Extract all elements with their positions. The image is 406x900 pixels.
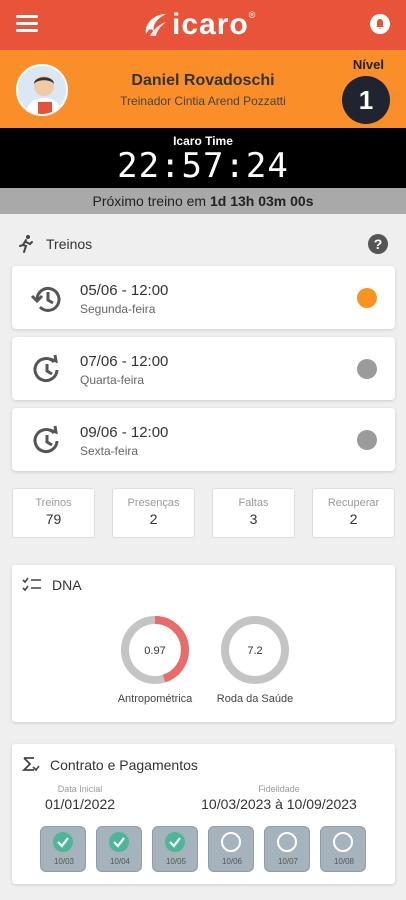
payment-month[interactable]: 10/06 <box>208 826 254 872</box>
stat-label: Treinos <box>35 497 72 509</box>
contract-loyalty: Fidelidade 10/03/2023 à 10/09/2023 <box>188 784 370 812</box>
next-training-countdown: 1d 13h 03m 00s <box>209 193 314 209</box>
status-dot <box>357 288 377 308</box>
payment-month-label: 10/08 <box>333 857 355 866</box>
contract-start: Data Inicial 01/01/2022 <box>30 784 130 812</box>
level-label: Nível <box>352 57 384 72</box>
checklist-icon <box>22 577 41 592</box>
payment-month-label: 10/05 <box>165 857 187 866</box>
dna-panel: DNA 0.97 Antropométrica 7.2 Roda da Saúd… <box>12 565 395 722</box>
training-date: 05/06 - 12:00 <box>80 282 169 299</box>
contract-title: Contrato e Pagamentos <box>50 757 198 773</box>
next-training-bar: Próximo treino em 1d 13h 03m 00s <box>0 188 406 214</box>
gauge-label: Antropométrica <box>117 693 193 705</box>
paid-check-icon <box>53 832 73 852</box>
stat-faltas[interactable]: Faltas 3 <box>212 488 295 538</box>
treinos-title: Treinos <box>46 236 93 252</box>
training-card[interactable]: 09/06 - 12:00 Sexta-feira <box>12 408 395 471</box>
payment-icon <box>22 757 40 772</box>
paid-check-icon <box>165 832 185 852</box>
gauge-label: Roda da Saúde <box>216 693 294 705</box>
stat-value: 2 <box>149 511 158 527</box>
start-date-value: 01/01/2022 <box>44 796 116 812</box>
payment-month-label: 10/04 <box>109 857 131 866</box>
stat-value: 3 <box>249 511 258 527</box>
training-weekday: Segunda-feira <box>80 302 156 316</box>
stat-treinos[interactable]: Treinos 79 <box>12 488 95 538</box>
running-icon <box>19 235 33 253</box>
loyalty-label: Fidelidade <box>258 784 300 794</box>
logo-flame-icon <box>145 14 166 36</box>
level-badge: 1 <box>342 76 390 124</box>
payment-month[interactable]: 10/05 <box>152 826 198 872</box>
training-date: 07/06 - 12:00 <box>80 353 169 370</box>
gauge-value: 0.97 <box>144 645 165 657</box>
training-weekday: Sexta-feira <box>80 444 139 458</box>
dna-header: DNA <box>22 577 82 593</box>
stat-label: Presenças <box>127 497 180 509</box>
unpaid-circle-icon <box>221 832 241 852</box>
app-header: icaro ® <box>0 0 406 50</box>
payment-month[interactable]: 10/07 <box>264 826 310 872</box>
stat-presencas[interactable]: Presenças 2 <box>112 488 195 538</box>
gauge-antropometrica[interactable]: 0.97 <box>118 613 192 687</box>
logo-text: icaro <box>172 8 249 41</box>
logo-registered: ® <box>248 10 256 20</box>
history-icon <box>30 286 61 312</box>
payment-month-label: 10/07 <box>277 857 299 866</box>
payment-month-label: 10/06 <box>221 857 243 866</box>
stat-value: 2 <box>349 511 358 527</box>
gauge-roda-da-saude[interactable]: 7.2 <box>218 613 292 687</box>
help-icon[interactable]: ? <box>368 234 388 254</box>
stat-label: Recuperar <box>327 497 380 509</box>
status-dot <box>357 430 377 450</box>
paid-check-icon <box>109 832 129 852</box>
stat-recuperar[interactable]: Recuperar 2 <box>312 488 395 538</box>
payment-month[interactable]: 10/03 <box>40 826 86 872</box>
stat-label: Faltas <box>238 497 269 509</box>
training-card[interactable]: 05/06 - 12:00 Segunda-feira <box>12 266 395 329</box>
stat-value: 79 <box>45 511 62 527</box>
unpaid-circle-icon <box>333 832 353 852</box>
training-date: 09/06 - 12:00 <box>80 424 169 441</box>
schedule-icon <box>33 354 59 383</box>
time-clock: 22:57:24 <box>117 146 289 186</box>
app-logo: icaro ® <box>140 8 255 42</box>
status-dot <box>357 359 377 379</box>
next-training-label: Próximo treino em <box>92 193 207 209</box>
menu-icon[interactable] <box>16 15 38 33</box>
notification-bell-icon[interactable] <box>370 14 390 34</box>
profile-banner: Daniel Rovadoschi Treinador Cintia Arend… <box>0 50 406 128</box>
payment-month-label: 10/03 <box>53 857 75 866</box>
loyalty-value: 10/03/2023 à 10/09/2023 <box>201 796 357 812</box>
payment-month[interactable]: 10/08 <box>320 826 366 872</box>
schedule-icon <box>33 425 59 454</box>
dna-title: DNA <box>52 577 82 593</box>
unpaid-circle-icon <box>277 832 297 852</box>
training-weekday: Quarta-feira <box>80 373 145 387</box>
gauge-value: 7.2 <box>247 645 262 657</box>
treinos-header: Treinos <box>16 234 92 254</box>
payment-month[interactable]: 10/04 <box>96 826 142 872</box>
training-card[interactable]: 07/06 - 12:00 Quarta-feira <box>12 337 395 400</box>
contract-header: Contrato e Pagamentos <box>22 756 198 774</box>
start-date-label: Data Inicial <box>57 784 103 794</box>
icaro-time-panel: Icaro Time 22:57:24 <box>0 128 406 188</box>
